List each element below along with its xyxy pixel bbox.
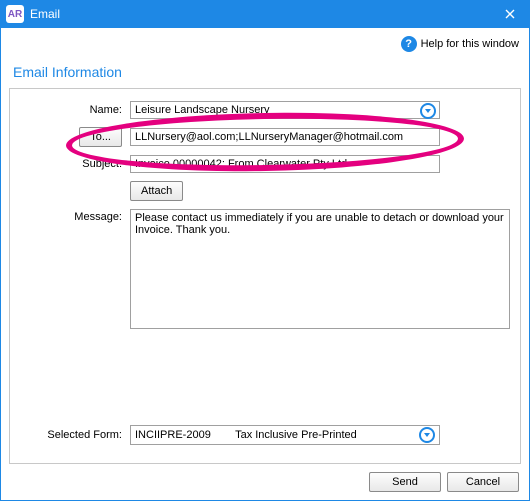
email-form-group: Name: To... Subject:: [9, 88, 521, 464]
selected-form-dropdown-button[interactable]: [419, 427, 435, 443]
label-name: Name:: [20, 104, 130, 116]
app-badge-icon: AR: [6, 5, 24, 23]
to-button[interactable]: To...: [79, 127, 122, 147]
selected-form-code: INCIIPRE-2009: [135, 429, 211, 441]
cancel-button[interactable]: Cancel: [447, 472, 519, 492]
label-message: Message:: [20, 209, 130, 223]
chevron-down-icon: [424, 107, 432, 115]
help-link[interactable]: Help for this window: [421, 38, 519, 50]
close-button[interactable]: [490, 0, 530, 28]
name-dropdown-button[interactable]: [420, 103, 436, 119]
to-input[interactable]: [130, 128, 440, 146]
message-textarea[interactable]: Please contact us immediately if you are…: [130, 209, 510, 329]
help-icon: ?: [401, 36, 417, 52]
close-icon: [505, 9, 515, 19]
window-body: ? Help for this window Email Information…: [0, 28, 530, 501]
name-input[interactable]: [130, 101, 440, 119]
label-subject: Subject:: [20, 158, 130, 170]
chevron-down-icon: [423, 431, 431, 439]
selected-form-combo[interactable]: INCIIPRE-2009 Tax Inclusive Pre-Printed: [130, 425, 440, 445]
selected-form-desc: Tax Inclusive Pre-Printed: [235, 429, 357, 441]
dialog-button-row: Send Cancel: [7, 464, 523, 494]
window-title: Email: [30, 7, 490, 21]
section-title: Email Information: [13, 64, 521, 80]
label-selected-form: Selected Form:: [20, 429, 130, 441]
send-button[interactable]: Send: [369, 472, 441, 492]
subject-input[interactable]: [130, 155, 440, 173]
attach-button[interactable]: Attach: [130, 181, 183, 201]
titlebar: AR Email: [0, 0, 530, 28]
